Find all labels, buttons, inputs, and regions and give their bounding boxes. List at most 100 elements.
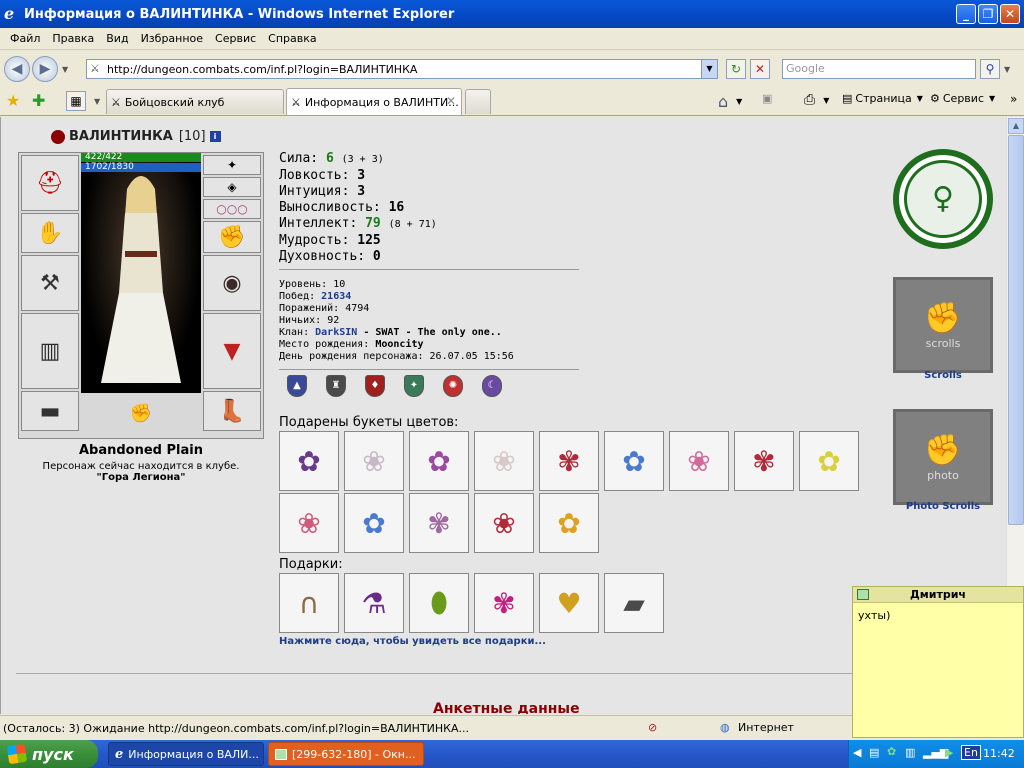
language-indicator[interactable]: En (961, 745, 981, 760)
print-button[interactable]: ⎙ ▼ (804, 92, 829, 108)
character-figure (101, 176, 181, 383)
gift-heart-key-icon[interactable]: ♥ (539, 573, 599, 633)
title-bar[interactable]: e Информация о ВАЛИНТИНКА - Windows Inte… (0, 0, 1024, 28)
privacy-icon[interactable]: ⊘ (648, 721, 657, 734)
earring-slot[interactable]: ✦ (203, 155, 261, 175)
gift-horseshoe-icon[interactable]: ∩ (279, 573, 339, 633)
belt-slot[interactable]: ▬ (21, 391, 79, 431)
tray-play-icon[interactable]: ▶ (945, 746, 953, 759)
start-button[interactable]: пуск (0, 740, 98, 768)
tray-network-icon[interactable]: ▥ (905, 746, 915, 759)
forward-button[interactable]: ▶ (32, 56, 58, 82)
armor-slot[interactable]: ▥ (21, 313, 79, 389)
menu-tools[interactable]: Сервис (209, 32, 262, 45)
stat-label: Интуиция: (279, 184, 350, 199)
bouquet-item[interactable]: ✿ (539, 493, 599, 553)
scrolls-banner[interactable]: ✊ scrolls (893, 277, 993, 373)
tab-info[interactable]: ⚔ Информация о ВАЛИНТИ... ✕ (286, 88, 462, 115)
boots-slot[interactable]: 👢 (203, 391, 261, 431)
page-menu[interactable]: ▤ Страница ▼ (842, 92, 923, 105)
clan-name-link[interactable]: DarkSIN (315, 327, 357, 338)
hp-bar: 422/422 (81, 153, 201, 162)
new-tab-button[interactable] (465, 89, 491, 114)
badge-icon[interactable]: ▲ (287, 375, 307, 397)
home-button[interactable]: ⌂ ▼ (718, 92, 742, 111)
menu-edit[interactable]: Правка (46, 32, 100, 45)
menu-help[interactable]: Справка (262, 32, 322, 45)
tab-fight-club[interactable]: ⚔ Бойцовский клуб (106, 89, 284, 114)
alignment-emblem[interactable]: ♀ (893, 149, 993, 249)
gift-flower-icon[interactable]: ✾ (474, 573, 534, 633)
badge-icon[interactable]: ♦ (365, 375, 385, 397)
stop-button[interactable]: ✕ (750, 59, 770, 79)
quick-tabs-button[interactable]: ▦ (66, 91, 86, 111)
address-bar[interactable]: ⚔ http://dungeon.combats.com/inf.pl?logi… (86, 59, 718, 79)
favorites-star-icon[interactable]: ★ (6, 91, 20, 110)
window-title: Информация о ВАЛИНТИНКА - Windows Intern… (24, 6, 455, 22)
photo-scrolls-banner[interactable]: ✊ photo (893, 409, 993, 505)
photo-scrolls-link[interactable]: Photo Scrolls (893, 501, 993, 512)
badge-icon[interactable]: ✺ (443, 375, 463, 397)
badge-icon[interactable]: ☾ (482, 375, 502, 397)
close-tab-icon[interactable]: ✕ (446, 94, 456, 108)
scroll-up-icon[interactable]: ▲ (1008, 118, 1024, 134)
search-input[interactable]: Google (782, 59, 976, 79)
shield-slot[interactable]: ◉ (203, 255, 261, 311)
bouquet-item[interactable]: ✾ (409, 493, 469, 553)
bouquet-item[interactable]: ✾ (734, 431, 794, 491)
bouquet-item[interactable]: ❀ (474, 431, 534, 491)
gift-box-icon[interactable]: ▰ (604, 573, 664, 633)
bouquet-item[interactable]: ✿ (279, 431, 339, 491)
helmet-slot[interactable]: ⛑ (21, 155, 79, 211)
badge-icon[interactable]: ♜ (326, 375, 346, 397)
tray-flower-icon[interactable]: ✿ (887, 745, 896, 758)
bouquet-item[interactable]: ✾ (539, 431, 599, 491)
tab-list-icon[interactable]: ▼ (94, 97, 100, 106)
search-options-icon[interactable]: ▼ (1004, 65, 1010, 74)
home-icon: ⌂ (718, 92, 729, 111)
bouquet-item[interactable]: ❀ (344, 431, 404, 491)
rings-slot[interactable]: ○○○ (203, 199, 261, 219)
tray-expand-icon[interactable]: ◀ (853, 746, 861, 759)
address-dropdown-icon[interactable]: ▼ (701, 60, 717, 78)
bouquet-item[interactable]: ❀ (279, 493, 339, 553)
gift-gem-icon[interactable]: ⬮ (409, 573, 469, 633)
tray-msg-icon[interactable]: ▤ (869, 746, 879, 759)
minimize-button[interactable]: _ (956, 4, 976, 24)
message-popup[interactable]: Дмитрич ухты) (852, 586, 1024, 738)
weapon-slot[interactable]: ⚒ (21, 255, 79, 311)
feeds-button[interactable]: ▣ (762, 92, 772, 105)
menu-favorites[interactable]: Избранное (135, 32, 209, 45)
scrolls-link[interactable]: Scrolls (893, 370, 993, 381)
globe-icon: ◍ (720, 721, 730, 734)
maximize-button[interactable]: ❐ (978, 4, 998, 24)
menu-view[interactable]: Вид (100, 32, 134, 45)
task-chat[interactable]: [299-632-180] - Окн... (268, 742, 424, 766)
toolbar-overflow-icon[interactable]: » (1010, 92, 1017, 106)
gloves-slot[interactable]: ✊ (203, 221, 261, 253)
bouquet-item[interactable]: ✿ (799, 431, 859, 491)
add-favorites-icon[interactable]: ✚ (32, 91, 45, 110)
history-dropdown-icon[interactable]: ▼ (62, 65, 68, 74)
task-ie[interactable]: e Информация о ВАЛИ... (108, 742, 264, 766)
bouquet-item[interactable]: ❀ (669, 431, 729, 491)
close-button[interactable]: ✕ (1000, 4, 1020, 24)
alignment-icon (51, 129, 65, 144)
bouquet-item[interactable]: ✿ (409, 431, 469, 491)
cloak-slot[interactable]: ▼ (203, 313, 261, 389)
bouquet-item[interactable]: ❀ (474, 493, 534, 553)
gift-potions-icon[interactable]: ⚗ (344, 573, 404, 633)
scroll-thumb[interactable] (1008, 135, 1024, 525)
bouquet-item[interactable]: ✿ (344, 493, 404, 553)
badge-icon[interactable]: ✦ (404, 375, 424, 397)
tools-menu[interactable]: ⚙ Сервис ▼ (930, 92, 995, 105)
amulet-slot[interactable]: ◈ (203, 177, 261, 197)
all-gifts-link[interactable]: Нажмите сюда, чтобы увидеть все подарки.… (279, 636, 546, 647)
info-icon[interactable]: i (209, 131, 221, 142)
bracers-slot[interactable]: ✋ (21, 213, 79, 253)
bouquet-item[interactable]: ✿ (604, 431, 664, 491)
refresh-button[interactable]: ↻ (726, 59, 746, 79)
search-button[interactable]: ⚲ (980, 59, 1000, 79)
menu-file[interactable]: Файл (4, 32, 46, 45)
back-button[interactable]: ◀ (4, 56, 30, 82)
